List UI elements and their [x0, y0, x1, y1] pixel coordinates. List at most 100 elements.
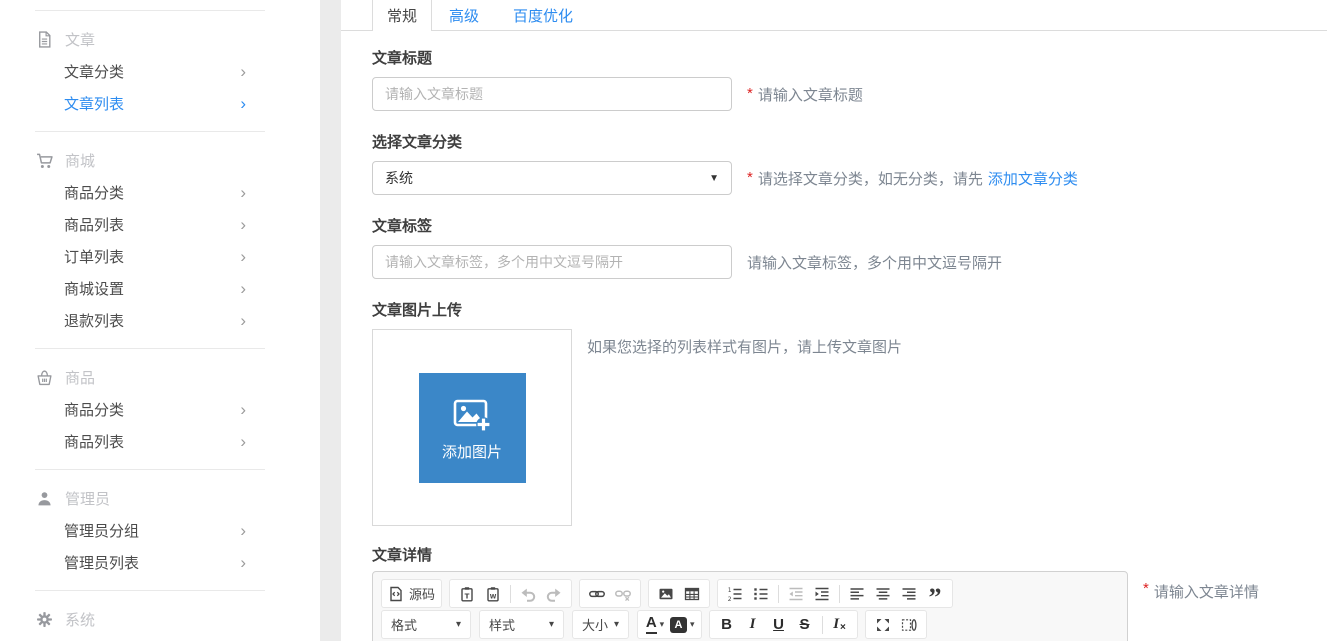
paste-text-button[interactable]: T: [454, 581, 480, 606]
table-icon: [684, 586, 700, 602]
svg-text:W: W: [490, 593, 497, 600]
ordered-list-button[interactable]: 12: [722, 581, 748, 606]
sidebar-item-goods-list-2[interactable]: 商品列表 ›: [0, 425, 320, 457]
remove-format-button[interactable]: I×: [827, 612, 853, 637]
undo-button[interactable]: [515, 581, 541, 606]
add-category-link[interactable]: 添加文章分类: [988, 168, 1078, 189]
sidebar-item-goods-categories[interactable]: 商品分类 ›: [0, 176, 320, 208]
field-label: 文章图片上传: [372, 299, 1327, 320]
tab-advanced[interactable]: 高级: [432, 0, 496, 30]
sidebar-item-admin-groups[interactable]: 管理员分组 ›: [0, 514, 320, 546]
paste-word-icon: W: [485, 586, 501, 602]
unlink-button[interactable]: [610, 581, 636, 606]
sidebar-group-mall-header[interactable]: 商城: [0, 144, 320, 176]
article-category-select[interactable]: 系统 ▼: [372, 161, 732, 195]
sidebar-item-admin-list[interactable]: 管理员列表 ›: [0, 546, 320, 578]
caret-down-icon: ▾: [614, 619, 619, 630]
sidebar-group-admin-header[interactable]: 管理员: [0, 482, 320, 514]
caret-down-icon: ▾: [690, 619, 695, 630]
field-article-category: 选择文章分类 系统 ▼ * 请选择文章分类，如无分类，请先 添加文章分类: [372, 131, 1327, 195]
field-label: 文章详情: [372, 544, 1327, 565]
chevron-right-icon: ›: [240, 184, 246, 201]
redo-button[interactable]: [541, 581, 567, 606]
link-button[interactable]: [584, 581, 610, 606]
bold-button[interactable]: B: [714, 612, 740, 637]
style-select[interactable]: 样式 ▾: [479, 610, 564, 639]
field-label: 文章标题: [372, 47, 1327, 68]
unordered-list-icon: [753, 586, 769, 602]
sidebar: 文章 文章分类 › 文章列表 › 商城 商品分类 ›: [0, 0, 320, 641]
sidebar-item-refund-list[interactable]: 退款列表 ›: [0, 304, 320, 336]
cart-icon: [36, 152, 53, 169]
sidebar-item-goods-categories-2[interactable]: 商品分类 ›: [0, 393, 320, 425]
chevron-right-icon: ›: [240, 312, 246, 329]
sidebar-item-order-list[interactable]: 订单列表 ›: [0, 240, 320, 272]
text-color-icon: A: [646, 615, 657, 634]
toolbar-separator: [510, 585, 511, 603]
text-color-button[interactable]: A ▾: [642, 612, 668, 637]
field-hint: 如果您选择的列表样式有图片，请上传文章图片: [587, 329, 902, 357]
unordered-list-button[interactable]: [748, 581, 774, 606]
blockquote-button[interactable]: ”: [922, 581, 948, 606]
sidebar-group-article-header[interactable]: 文章: [0, 23, 320, 55]
outdent-icon: [788, 586, 804, 602]
toolbar-row-2: 格式 ▾ 样式 ▾ 大小 ▾: [381, 610, 1119, 639]
editor-toolbar: 源码 T W: [373, 572, 1127, 641]
add-image-icon: [450, 393, 494, 437]
article-tags-input[interactable]: [372, 245, 732, 279]
caret-down-icon: ▾: [660, 619, 665, 630]
sidebar-item-goods-list[interactable]: 商品列表 ›: [0, 208, 320, 240]
add-image-button[interactable]: 添加图片: [419, 373, 526, 483]
field-label: 选择文章分类: [372, 131, 1327, 152]
tabbar: 常规 高级 百度优化: [341, 0, 1327, 31]
article-icon: [36, 31, 53, 48]
align-center-button[interactable]: [870, 581, 896, 606]
field-article-tags: 文章标签 请输入文章标签，多个用中文逗号隔开: [372, 215, 1327, 279]
ordered-list-icon: 12: [727, 586, 743, 602]
maximize-button[interactable]: [870, 612, 896, 637]
italic-icon: I: [750, 616, 756, 633]
indent-icon: [814, 586, 830, 602]
blockquote-icon: ”: [929, 593, 942, 603]
strikethrough-icon: S: [800, 616, 810, 633]
sidebar-item-mall-settings[interactable]: 商城设置 ›: [0, 272, 320, 304]
image-icon: [658, 586, 674, 602]
app: 文章 文章分类 › 文章列表 › 商城 商品分类 ›: [0, 0, 1327, 641]
bg-color-button[interactable]: A ▾: [668, 612, 697, 637]
insert-image-button[interactable]: [653, 581, 679, 606]
selected-value: 系统: [385, 168, 413, 188]
insert-table-button[interactable]: [679, 581, 705, 606]
italic-button[interactable]: I: [740, 612, 766, 637]
sidebar-group-system: 系统 基本信息 ›: [0, 591, 320, 641]
align-right-button[interactable]: [896, 581, 922, 606]
show-blocks-button[interactable]: [896, 612, 922, 637]
chevron-right-icon: ›: [240, 216, 246, 233]
required-asterisk: *: [747, 85, 753, 102]
undo-icon: [520, 586, 536, 602]
user-icon: [36, 490, 53, 507]
outdent-button[interactable]: [783, 581, 809, 606]
strikethrough-button[interactable]: S: [792, 612, 818, 637]
article-title-input[interactable]: [372, 77, 732, 111]
caret-down-icon: ▾: [456, 619, 461, 630]
paste-word-button[interactable]: W: [480, 581, 506, 606]
align-left-button[interactable]: [844, 581, 870, 606]
sidebar-item-article-list[interactable]: 文章列表 ›: [0, 87, 320, 119]
size-select[interactable]: 大小 ▾: [572, 610, 629, 639]
chevron-right-icon: ›: [240, 522, 246, 539]
format-select[interactable]: 格式 ▾: [381, 610, 471, 639]
chevron-right-icon: ›: [240, 63, 246, 80]
sidebar-item-article-categories[interactable]: 文章分类 ›: [0, 55, 320, 87]
tab-baidu-seo[interactable]: 百度优化: [496, 0, 590, 30]
sidebar-item-basic-info[interactable]: 基本信息 ›: [0, 635, 320, 641]
show-blocks-icon: [901, 617, 917, 633]
sidebar-group-label: 管理员: [65, 488, 110, 509]
indent-button[interactable]: [809, 581, 835, 606]
sidebar-group-system-header[interactable]: 系统: [0, 603, 320, 635]
underline-button[interactable]: U: [766, 612, 792, 637]
source-button[interactable]: 源码: [386, 581, 437, 606]
sidebar-group-goods-header[interactable]: 商品: [0, 361, 320, 393]
sidebar-group-label: 系统: [65, 609, 95, 630]
field-hint: * 请输入文章标题: [747, 84, 863, 105]
tab-general[interactable]: 常规: [372, 0, 432, 31]
